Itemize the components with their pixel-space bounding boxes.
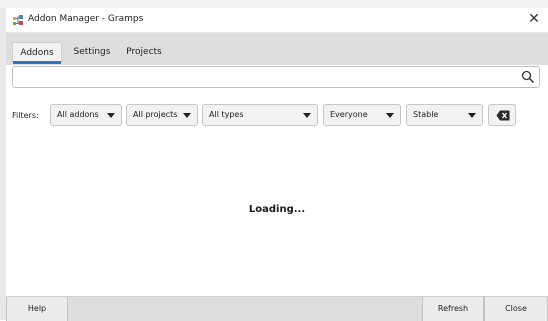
search-box — [12, 66, 540, 88]
chevron-down-icon — [386, 113, 394, 118]
bottom-button-bar: Help Refresh Close — [6, 296, 548, 321]
tab-settings[interactable]: Settings — [68, 42, 116, 62]
audience-filter-value: Everyone — [330, 110, 368, 119]
title-bar: Addon Manager - Gramps ✕ — [6, 8, 548, 33]
active-tab-indicator — [13, 61, 61, 64]
window-title: Addon Manager - Gramps — [28, 14, 144, 24]
projects-filter-value: All projects — [133, 110, 178, 119]
projects-filter-dropdown[interactable]: All projects — [126, 104, 198, 126]
filters-label: Filters: — [12, 111, 39, 120]
status-filter-value: Stable — [413, 110, 439, 119]
search-input[interactable] — [17, 69, 521, 87]
refresh-button[interactable]: Refresh — [422, 297, 484, 321]
tab-projects-label: Projects — [126, 47, 162, 57]
addons-filter-dropdown[interactable]: All addons — [50, 104, 122, 126]
types-filter-dropdown[interactable]: All types — [202, 104, 318, 126]
tab-settings-label: Settings — [73, 47, 111, 57]
types-filter-value: All types — [209, 110, 244, 119]
help-button[interactable]: Help — [6, 297, 68, 321]
tab-projects[interactable]: Projects — [120, 42, 168, 62]
audience-filter-dropdown[interactable]: Everyone — [323, 104, 401, 126]
backspace-clear-icon — [496, 110, 510, 121]
search-icon[interactable] — [521, 70, 535, 84]
chevron-down-icon — [303, 113, 311, 118]
tab-bar: Addons Settings Projects — [6, 33, 548, 65]
chevron-down-icon — [107, 113, 115, 118]
tab-addons[interactable]: Addons — [12, 42, 62, 64]
tab-addons-label: Addons — [20, 48, 54, 58]
gramps-tree-icon — [13, 15, 23, 25]
close-button[interactable]: Close — [484, 297, 548, 321]
clear-filters-button[interactable] — [488, 104, 516, 126]
addon-manager-window: Addon Manager - Gramps ✕ Addons Settings… — [6, 8, 548, 321]
status-filter-dropdown[interactable]: Stable — [406, 104, 483, 126]
chevron-down-icon — [468, 113, 476, 118]
loading-status: Loading... — [248, 204, 306, 215]
addons-filter-value: All addons — [57, 110, 99, 119]
chevron-down-icon — [183, 113, 191, 118]
close-icon[interactable]: ✕ — [526, 11, 542, 27]
